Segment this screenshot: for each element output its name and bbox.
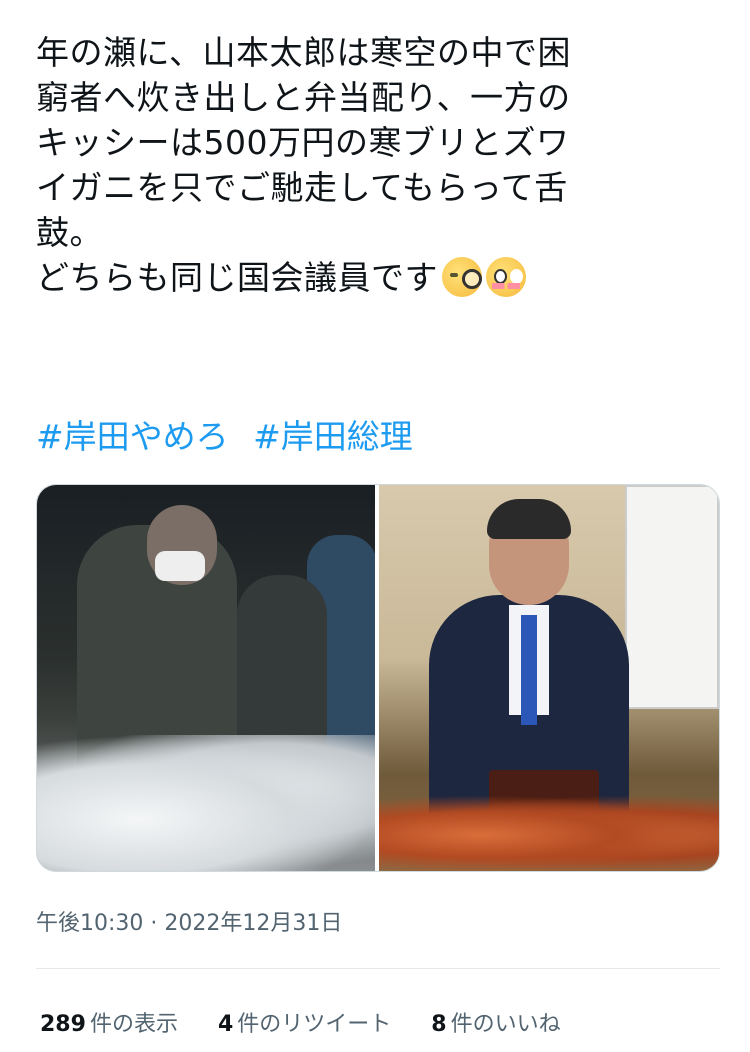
tweet-text-line: キッシーは500万円の寒ブリとズワ	[36, 123, 570, 162]
photo-figure-mask	[155, 551, 205, 581]
views-label: 件の表示	[89, 1012, 178, 1037]
likes-label: 件のいいね	[450, 1012, 561, 1037]
flushed-face-icon	[486, 257, 526, 297]
retweets-count: 4	[217, 1012, 234, 1037]
photo-figure-tie	[521, 615, 537, 725]
tweet-text-line: 窮者へ炊き出しと弁当配り、一方の	[36, 78, 571, 117]
tweet-media	[36, 484, 720, 872]
photo-crab-platter	[379, 795, 719, 871]
photo-figure-hair	[487, 499, 571, 539]
tweet-photo-right[interactable]	[379, 485, 719, 871]
hashtag-link[interactable]: #岸田総理	[253, 417, 413, 456]
retweets-stat[interactable]: 4 件のリツイート	[218, 1006, 391, 1038]
photo-bags	[37, 735, 375, 871]
tweet-text-line: どちらも同じ国会議員です	[36, 258, 438, 297]
divider	[36, 968, 720, 969]
tweet-stats: 289 件の表示 4 件のリツイート 8 件のいいね	[40, 1006, 561, 1038]
hashtag-link[interactable]: #岸田やめろ	[36, 417, 229, 456]
retweets-label: 件のリツイート	[237, 1012, 392, 1037]
views-stat[interactable]: 289 件の表示	[40, 1006, 178, 1038]
hashtags: #岸田やめろ #岸田総理	[36, 414, 427, 459]
tweet-text-line: 鼓。	[36, 213, 103, 252]
face-with-monocle-icon	[442, 257, 482, 297]
tweet-text-line: イガニを只でご馳走してもらって舌	[36, 168, 568, 207]
likes-count: 8	[431, 1012, 447, 1037]
views-count: 289	[40, 1012, 86, 1037]
photo-board	[625, 485, 719, 709]
tweet-photo-left[interactable]	[37, 485, 375, 871]
tweet-text-last-line: どちらも同じ国会議員です	[36, 255, 716, 300]
likes-stat[interactable]: 8 件のいいね	[431, 1006, 560, 1038]
tweet-text: 年の瀬に、山本太郎は寒空の中で困 窮者へ炊き出しと弁当配り、一方の キッシーは500…	[36, 30, 716, 300]
tweet-text-line: 年の瀬に、山本太郎は寒空の中で困	[36, 33, 572, 72]
tweet-timestamp[interactable]: 午後10:30 · 2022年12月31日	[36, 905, 342, 937]
